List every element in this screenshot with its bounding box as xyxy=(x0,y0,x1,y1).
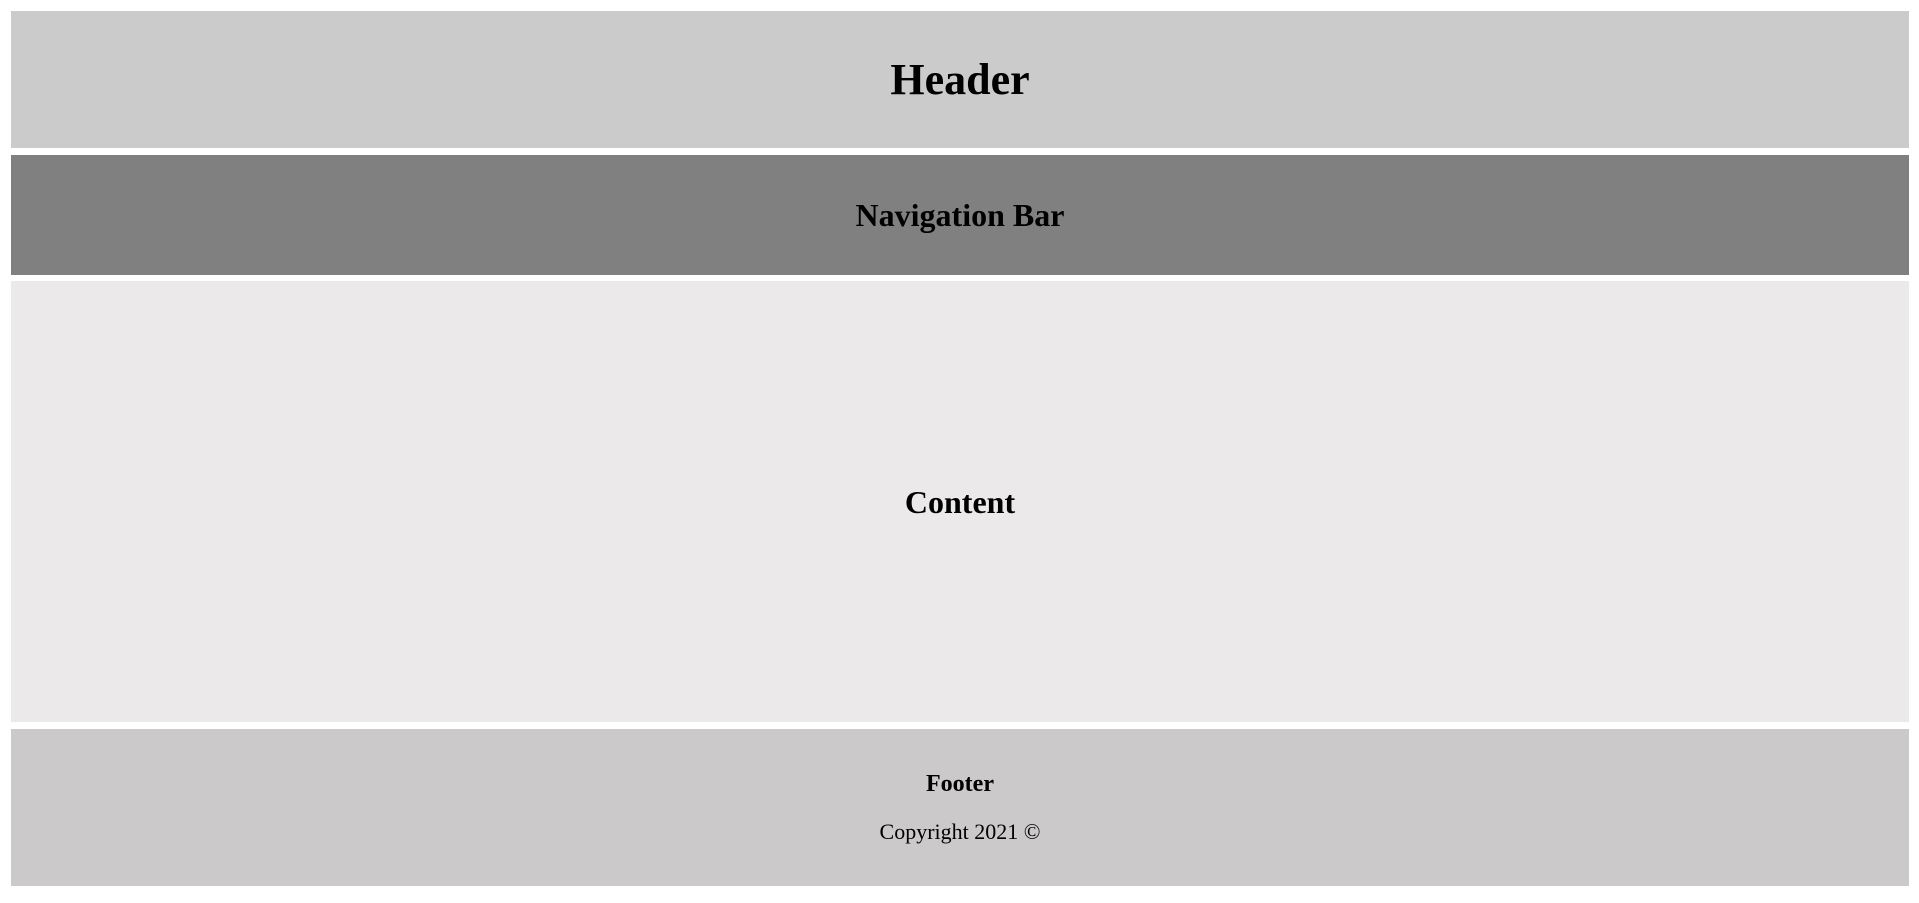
navigation-bar-title: Navigation Bar xyxy=(855,197,1065,233)
header-title: Header xyxy=(890,54,1030,104)
content-title: Content xyxy=(904,483,1016,520)
copyright-text: Copyright 2021 © xyxy=(879,819,1041,844)
page: Header Navigation Bar Content Footer Cop… xyxy=(0,0,1919,903)
content-area: Content xyxy=(11,281,1909,722)
page-footer: Footer Copyright 2021 © xyxy=(11,729,1909,886)
page-header: Header xyxy=(11,11,1909,148)
navigation-bar: Navigation Bar xyxy=(11,155,1909,275)
footer-title: Footer xyxy=(926,771,994,797)
